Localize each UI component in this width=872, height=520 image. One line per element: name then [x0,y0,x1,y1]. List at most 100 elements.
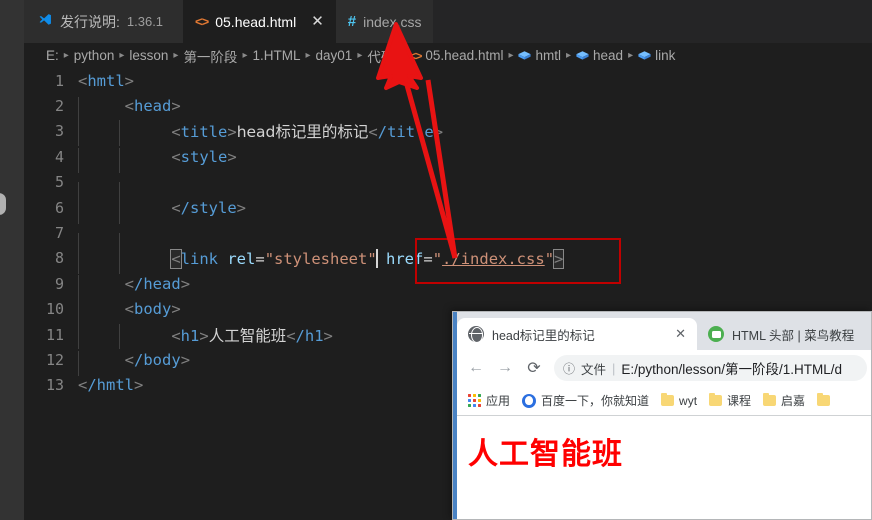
breadcrumb-item-drive[interactable]: E: [46,48,59,63]
breadcrumb-item-stage1[interactable]: 第一阶段 [183,46,237,66]
globe-icon [468,326,484,343]
bookmark-baidu[interactable]: 百度一下，你就知道 [518,390,653,411]
symbol-tag-icon [518,50,532,61]
tag-name: title [180,123,228,142]
bookmark-overflow[interactable] [813,392,839,408]
angle-close: > [227,123,237,142]
line-content: <title>head标记里的标记</title> [78,120,872,146]
bookmark-label: 百度一下，你就知道 [541,394,650,408]
indent-guide [78,323,79,349]
breadcrumb-separator: ▸ [305,50,311,61]
h1-text: 人工智能班 [208,326,287,345]
browser-tab-inactive[interactable]: HTML 头部 | 菜鸟教程 [697,318,865,350]
bookmark-label: 课程 [727,394,752,408]
breadcrumb-separator: ▸ [628,50,634,61]
reload-icon[interactable]: ⟳ [521,355,547,381]
breadcrumb-item-head[interactable]: head [593,48,623,63]
breadcrumb-item-day01[interactable]: day01 [316,48,353,63]
line-number: 1 [54,71,64,90]
browser-toolbar: ← → ⟳ ⓘ 文件 | E:/python/lesson/第一阶段/1.HTM… [457,350,871,386]
tag-name: head [134,97,172,116]
scheme-label: 文件 [581,362,607,377]
symbol-tag-icon [638,50,651,61]
forward-icon[interactable]: → [492,355,518,381]
tag-name: /h1 [295,326,324,345]
code-line[interactable]: 9 </head> [24,271,872,301]
breadcrumb-separator: ▸ [242,50,248,61]
quote-open: " [432,249,443,268]
angle-open: < [124,350,135,369]
bookmark-kecheng[interactable]: 课程 [705,390,755,411]
breadcrumb-item-1html[interactable]: 1.HTML [252,48,300,63]
browser-tab-active[interactable]: head标记里的标记 ✕ [457,318,697,350]
breadcrumb-item-code[interactable]: 代码 [367,46,394,66]
browser-tab-title: HTML 头部 | 菜鸟教程 [732,328,855,343]
line-number: 2 [54,97,64,116]
tab-release-notes[interactable]: 发行说明: 1.36.1 [24,0,184,43]
html-file-icon: <> [195,14,209,29]
angle-open: < [171,198,181,217]
line-number: 9 [54,274,64,293]
equals: = [423,249,433,268]
breadcrumb-separator: ▸ [357,50,363,61]
angle-close: > [124,71,135,90]
line-number: 8 [54,249,64,268]
info-icon[interactable]: ⓘ [563,360,575,377]
text-cursor [375,248,378,268]
code-line[interactable]: 6 </style> [24,195,872,225]
line-number: 6 [54,198,64,217]
tag-name: body [134,300,172,319]
code-line[interactable]: 7 [24,220,872,259]
angle-open: < [171,123,181,142]
angle-close: > [180,350,191,369]
close-icon[interactable]: ✕ [311,14,324,29]
code-line[interactable]: 2 <head> [24,93,872,123]
code-line[interactable]: 3 <title>head标记里的标记</title> [24,119,872,146]
line-content: <hmtl> [78,72,872,90]
tab-05-head-html[interactable]: <> 05.head.html ✕ [183,0,336,43]
indent-guide [119,323,120,349]
breadcrumb-separator: ▸ [508,50,514,61]
back-icon[interactable]: ← [463,355,489,381]
breadcrumb-separator: ▸ [63,50,69,61]
angle-open: < [286,326,296,345]
tag-name: /head [134,274,181,293]
tab-release-notes-label: 发行说明: [60,13,120,30]
value-href-link[interactable]: ./index.css [442,250,545,268]
bookmark-label: wyt [679,393,698,408]
line-number: 10 [45,300,64,319]
browser-page-content: 人工智能班 [457,415,871,519]
chrome-browser-window[interactable]: head标记里的标记 ✕ HTML 头部 | 菜鸟教程 ← → ⟳ ⓘ 文件 |… [452,311,872,520]
angle-close: > [171,300,181,319]
bookmark-qijia[interactable]: 启嘉 [759,390,809,411]
address-bar[interactable]: ⓘ 文件 | E:/python/lesson/第一阶段/1.HTML/d [554,355,867,381]
title-text: head标记里的标记 [236,123,369,142]
breadcrumb-item-python[interactable]: python [74,48,115,63]
breadcrumb-item-lesson[interactable]: lesson [129,48,168,63]
tab-05-head-html-label: 05.head.html [215,13,297,30]
angle-close: > [433,123,444,142]
angle-open: < [171,147,181,166]
tab-index-css-label: index.css [363,13,422,30]
bookmark-apps[interactable]: 应用 [464,390,514,411]
bookmark-label: 应用 [486,394,511,408]
bookmark-wyt[interactable]: wyt [657,392,701,410]
attribute-rel: rel [227,249,256,268]
tag-name: link [180,249,218,268]
breadcrumb-item-file[interactable]: 05.head.html [425,48,503,63]
tab-index-css[interactable]: # index.css [335,0,434,43]
code-line[interactable]: 4 <style> [24,144,872,174]
code-line-active[interactable]: 8 <link rel="stylesheet" href="./index.c… [24,246,872,275]
code-line[interactable]: 5 [24,170,872,208]
sidebar-drag-handle[interactable] [0,193,6,215]
code-line[interactable]: 1 <hmtl> [24,68,872,93]
line-number: 11 [45,325,64,344]
angle-open: < [124,97,135,116]
tag-name: /hmtl [87,376,135,395]
breadcrumb-item-link[interactable]: link [655,48,675,63]
angle-open: < [78,376,88,395]
bracket-match-close: > [552,248,565,269]
breadcrumb-item-hmtl[interactable]: hmtl [535,48,561,63]
close-icon[interactable]: ✕ [675,326,686,342]
apps-grid-icon [468,394,481,407]
